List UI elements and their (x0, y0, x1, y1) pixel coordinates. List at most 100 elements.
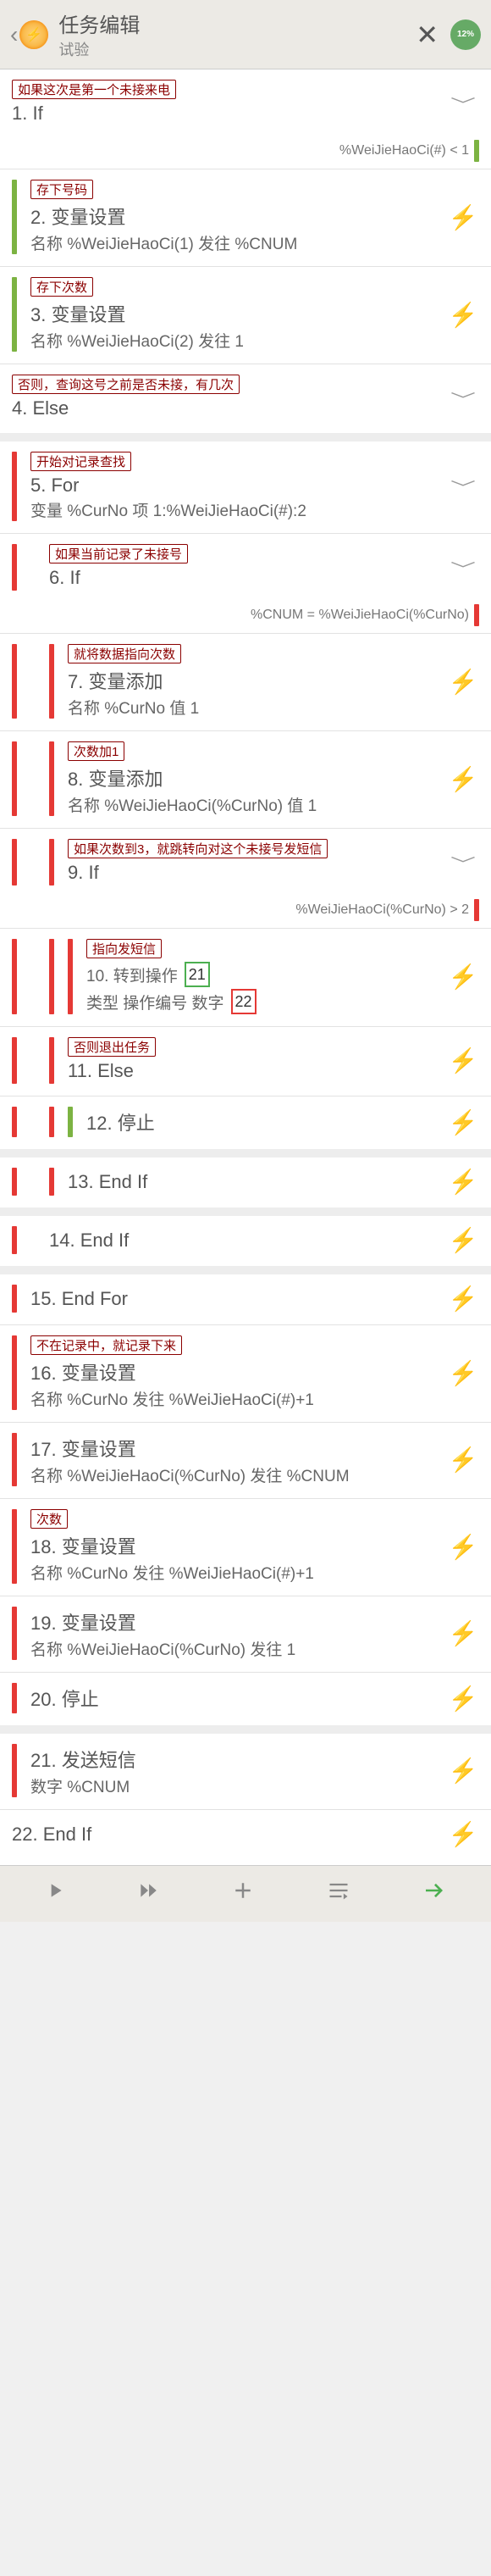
goto-number-green: 21 (185, 962, 210, 987)
action-tag: 次数加1 (68, 741, 124, 761)
settings-button[interactable] (327, 1879, 350, 1909)
condition-mark (474, 140, 479, 162)
action-title: 16. 变量设置 (30, 1358, 447, 1385)
bolt-icon: ⚡ (447, 668, 479, 696)
action-tag: 如果这次是第一个未接来电 (12, 80, 176, 99)
action-tag: 就将数据指向次数 (68, 644, 181, 663)
action-row-1[interactable]: 如果这次是第一个未接来电 1. If ﹀ (0, 69, 491, 138)
condition-mark (474, 604, 479, 626)
action-title: 17. 变量设置 (30, 1435, 447, 1462)
bolt-icon: ⚡ (447, 963, 479, 991)
chevron-down-icon[interactable]: ﹀ (447, 475, 479, 497)
action-tag: 否则，查询这号之前是否未接，有几次 (12, 375, 240, 394)
action-row-19[interactable]: 19. 变量设置 名称 %WeiJieHaoCi(%CurNo) 发往 1 ⚡ (0, 1596, 491, 1672)
action-row-22[interactable]: 22. End If ⚡ (0, 1810, 491, 1860)
action-title: 5. For (30, 475, 447, 497)
action-title: 13. End If (68, 1171, 447, 1193)
action-row-20[interactable]: 20. 停止 ⚡ (0, 1673, 491, 1725)
action-sub: 名称 %CurNo 发往 %WeiJieHaoCi(#)+1 (30, 1387, 447, 1410)
action-row-11[interactable]: 否则退出任务 11. Else ⚡ (0, 1027, 491, 1096)
action-sub: 名称 %WeiJieHaoCi(%CurNo) 发往 %CNUM (30, 1463, 447, 1486)
action-tag: 存下号码 (30, 180, 93, 199)
action-title: 18. 变量设置 (30, 1532, 447, 1559)
page-subtitle: 试验 (58, 38, 404, 60)
action-row-13[interactable]: 13. End If ⚡ (0, 1158, 491, 1208)
action-title: 19. 变量设置 (30, 1608, 447, 1635)
page-title: 任务编辑 (58, 8, 404, 38)
chevron-down-icon[interactable]: ﹀ (447, 92, 479, 114)
action-sub: 变量 %CurNo 项 1:%WeiJieHaoCi(#):2 (30, 498, 447, 521)
action-sub: 数字 %CNUM (30, 1774, 447, 1797)
footer-toolbar (0, 1865, 491, 1922)
play-button[interactable] (44, 1879, 66, 1908)
action-row-18[interactable]: 次数 18. 变量设置 名称 %CurNo 发往 %WeiJieHaoCi(#)… (0, 1499, 491, 1596)
app-icon[interactable]: ⚡ (19, 20, 48, 49)
condition-text: %CNUM = %WeiJieHaoCi(%CurNo) (251, 608, 469, 623)
step-button[interactable] (137, 1879, 159, 1908)
action-row-9[interactable]: 如果次数到3，就跳转向对这个未接号发短信 9. If ﹀ (0, 829, 491, 897)
actions-list: 如果这次是第一个未接来电 1. If ﹀ %WeiJieHaoCi(#) < 1… (0, 69, 491, 1865)
action-row-12[interactable]: 12. 停止 ⚡ (0, 1096, 491, 1149)
action-row-10[interactable]: 指向发短信 10. 转到操作 21 类型 操作编号 数字 22 ⚡ (0, 929, 491, 1026)
action-tag: 不在记录中，就记录下来 (30, 1335, 182, 1355)
action-tag: 次数 (30, 1509, 68, 1529)
action-title: 22. End If (12, 1824, 447, 1846)
condition-9: %WeiJieHaoCi(%CurNo) > 2 (0, 897, 491, 928)
action-title: 8. 变量添加 (68, 764, 447, 791)
action-tag: 开始对记录查找 (30, 452, 131, 471)
bolt-icon: ⚡ (447, 1820, 479, 1848)
action-title: 11. Else (68, 1060, 447, 1082)
action-tag: 如果次数到3，就跳转向对这个未接号发短信 (68, 839, 328, 858)
action-sub: 名称 %CurNo 值 1 (68, 696, 447, 719)
action-row-8[interactable]: 次数加1 8. 变量添加 名称 %WeiJieHaoCi(%CurNo) 值 1… (0, 731, 491, 828)
bolt-icon: ⚡ (447, 1285, 479, 1313)
bolt-icon: ⚡ (447, 1046, 479, 1074)
action-tag: 如果当前记录了未接号 (49, 544, 188, 564)
action-title: 2. 变量设置 (30, 203, 447, 230)
action-row-16[interactable]: 不在记录中，就记录下来 16. 变量设置 名称 %CurNo 发往 %WeiJi… (0, 1325, 491, 1422)
action-title: 6. If (49, 567, 447, 589)
action-row-4[interactable]: 否则，查询这号之前是否未接，有几次 4. Else ﹀ (0, 364, 491, 433)
action-row-2[interactable]: 存下号码 2. 变量设置 名称 %WeiJieHaoCi(1) 发往 %CNUM… (0, 169, 491, 266)
action-title: 20. 停止 (30, 1685, 447, 1712)
action-sub: 名称 %WeiJieHaoCi(%CurNo) 值 1 (68, 793, 447, 816)
action-sub: 名称 %WeiJieHaoCi(%CurNo) 发往 1 (30, 1637, 447, 1660)
action-title: 12. 停止 (86, 1108, 447, 1135)
action-title: 10. 转到操作 21 (86, 962, 447, 987)
action-row-14[interactable]: 14. End If ⚡ (0, 1216, 491, 1266)
sync-text: 12% (457, 30, 474, 39)
bolt-icon: ⚡ (447, 1226, 479, 1254)
confirm-arrow-button[interactable] (422, 1878, 447, 1910)
bolt-icon: ⚡ (447, 301, 479, 329)
bolt-icon: ⚡ (447, 1619, 479, 1647)
close-icon[interactable]: ✕ (416, 19, 439, 51)
back-icon[interactable]: ‹ (10, 21, 18, 48)
action-tag: 否则退出任务 (68, 1037, 156, 1057)
bolt-icon: ⚡ (447, 1533, 479, 1561)
bolt-icon: ⚡ (447, 1757, 479, 1785)
action-row-15[interactable]: 15. End For ⚡ (0, 1274, 491, 1324)
action-row-3[interactable]: 存下次数 3. 变量设置 名称 %WeiJieHaoCi(2) 发往 1 ⚡ (0, 267, 491, 364)
action-row-7[interactable]: 就将数据指向次数 7. 变量添加 名称 %CurNo 值 1 ⚡ (0, 634, 491, 730)
sync-badge[interactable]: 12% (450, 19, 481, 50)
chevron-down-icon[interactable]: ﹀ (447, 851, 479, 873)
action-sub: 类型 操作编号 数字 22 (86, 989, 447, 1014)
bolt-icon: ⚡ (447, 1359, 479, 1387)
action-row-5[interactable]: 开始对记录查找 5. For 变量 %CurNo 项 1:%WeiJieHaoC… (0, 441, 491, 533)
chevron-down-icon[interactable]: ﹀ (447, 386, 479, 408)
action-title: 7. 变量添加 (68, 667, 447, 694)
bolt-icon: ⚡ (447, 1108, 479, 1136)
condition-text: %WeiJieHaoCi(#) < 1 (339, 143, 469, 158)
bolt-icon: ⚡ (447, 1685, 479, 1713)
chevron-down-icon[interactable]: ﹀ (447, 556, 479, 578)
action-title: 1. If (12, 103, 447, 125)
add-button[interactable] (230, 1878, 256, 1910)
action-row-17[interactable]: 17. 变量设置 名称 %WeiJieHaoCi(%CurNo) 发往 %CNU… (0, 1423, 491, 1498)
bolt-icon: ⚡ (447, 203, 479, 231)
condition-mark (474, 899, 479, 921)
condition-1: %WeiJieHaoCi(#) < 1 (0, 138, 491, 169)
action-title: 9. If (68, 862, 447, 884)
condition-6: %CNUM = %WeiJieHaoCi(%CurNo) (0, 602, 491, 633)
action-row-6[interactable]: 如果当前记录了未接号 6. If ﹀ (0, 534, 491, 602)
action-row-21[interactable]: 21. 发送短信 数字 %CNUM ⚡ (0, 1734, 491, 1809)
